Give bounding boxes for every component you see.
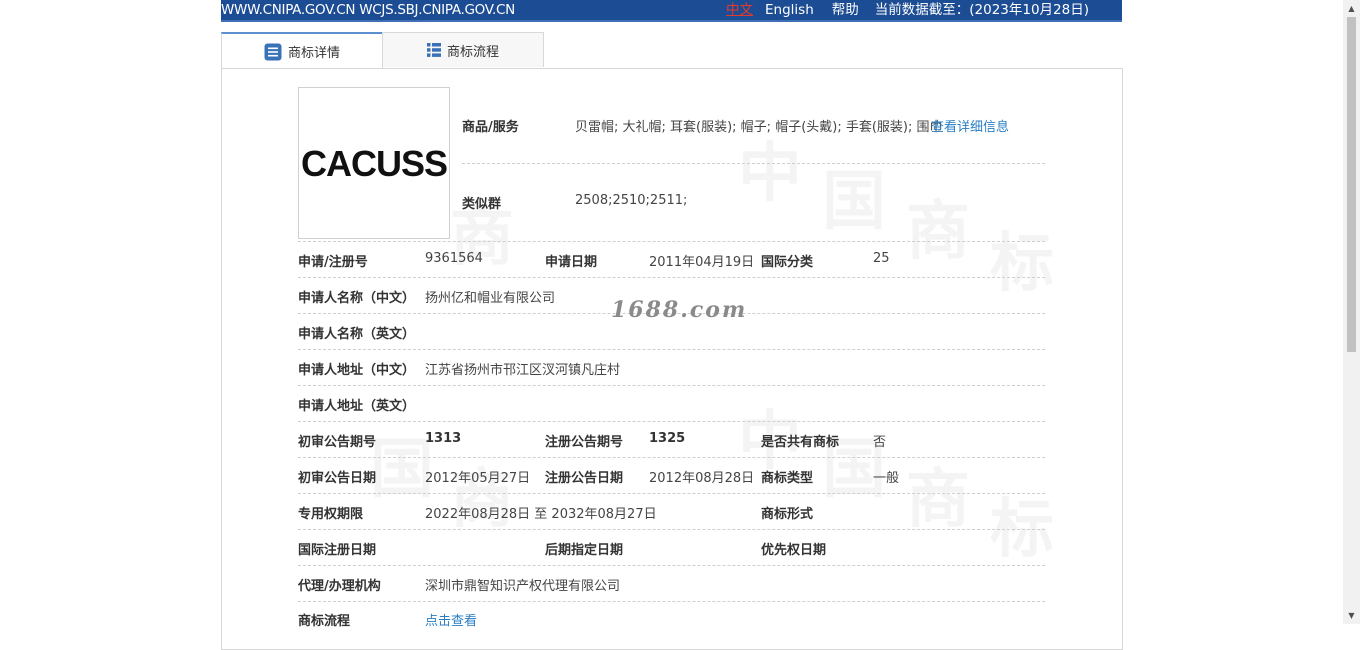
tab-bar: 商标详情 商标流程 bbox=[221, 32, 544, 69]
reg-notice-date-label: 注册公告日期 bbox=[545, 471, 624, 486]
intl-class-value: 25 bbox=[873, 251, 890, 266]
app-date-value: 2011年04月19日 bbox=[649, 255, 755, 270]
divider bbox=[298, 349, 1045, 350]
tab-label: 商标详情 bbox=[287, 46, 340, 61]
flow-label: 商标流程 bbox=[298, 614, 351, 629]
lang-en-link[interactable]: English bbox=[765, 0, 814, 20]
shared-value: 否 bbox=[873, 435, 887, 450]
trademark-image[interactable]: CACUSS bbox=[298, 87, 450, 239]
prelim-date-label: 初审公告日期 bbox=[298, 471, 377, 486]
divider bbox=[298, 385, 1045, 386]
trademark-logo: CACUSS bbox=[301, 144, 448, 184]
site-domains: WWW.CNIPA.GOV.CN WCJS.SBJ.CNIPA.GOV.CN bbox=[221, 2, 515, 18]
shared-label: 是否共有商标 bbox=[761, 435, 840, 450]
priority-date-label: 优先权日期 bbox=[761, 543, 827, 558]
vertical-scrollbar[interactable]: ▲ ▼ bbox=[1343, 0, 1360, 624]
prelim-no-value: 1313 bbox=[425, 431, 462, 446]
exclusive-period-value: 2022年08月28日 至 2032年08月27日 bbox=[425, 507, 657, 522]
scrollbar-thumb[interactable] bbox=[1347, 17, 1356, 352]
divider bbox=[298, 241, 1045, 242]
grid-list-icon bbox=[426, 43, 441, 57]
site-watermark: 1688.com bbox=[611, 297, 748, 323]
mark-form-label: 商标形式 bbox=[761, 507, 814, 522]
exclusive-period-label: 专用权期限 bbox=[298, 507, 364, 522]
reg-notice-no-label: 注册公告期号 bbox=[545, 435, 624, 450]
intl-class-label: 国际分类 bbox=[761, 255, 814, 270]
divider bbox=[298, 421, 1045, 422]
goods-label: 商品/服务 bbox=[462, 120, 519, 135]
mark-type-label: 商标类型 bbox=[761, 471, 814, 486]
reg-notice-no-value: 1325 bbox=[649, 431, 686, 446]
later-desig-date-label: 后期指定日期 bbox=[545, 543, 624, 558]
applicant-cn-value: 扬州亿和帽业有限公司 bbox=[425, 291, 556, 306]
address-cn-value: 江苏省扬州市邗江区汊河镇凡庄村 bbox=[425, 363, 621, 378]
prelim-no-label: 初审公告期号 bbox=[298, 435, 377, 450]
reg-no-label: 申请/注册号 bbox=[298, 255, 368, 270]
reg-notice-date-value: 2012年08月28日 bbox=[649, 471, 755, 486]
reg-no-value: 9361564 bbox=[425, 251, 483, 266]
agent-label: 代理/办理机构 bbox=[298, 579, 381, 594]
address-en-label: 申请人地址（英文） bbox=[298, 399, 416, 414]
prelim-date-value: 2012年05月27日 bbox=[425, 471, 531, 486]
scroll-up-arrow-icon[interactable]: ▲ bbox=[1343, 0, 1360, 17]
similar-group-value: 2508;2510;2511; bbox=[575, 193, 688, 208]
document-list-icon bbox=[264, 43, 282, 61]
mark-type-value: 一般 bbox=[873, 471, 900, 486]
divider bbox=[298, 493, 1045, 494]
divider bbox=[298, 529, 1045, 530]
similar-group-label: 类似群 bbox=[462, 197, 502, 212]
divider bbox=[298, 601, 1045, 602]
divider bbox=[298, 457, 1045, 458]
agent-value: 深圳市鼎智知识产权代理有限公司 bbox=[425, 579, 621, 594]
lang-zh-link[interactable]: 中文 bbox=[726, 0, 753, 20]
applicant-en-label: 申请人名称（英文） bbox=[298, 327, 416, 342]
view-details-link[interactable]: 查看详细信息 bbox=[931, 116, 1009, 135]
help-link[interactable]: 帮助 bbox=[832, 0, 859, 20]
scroll-down-arrow-icon[interactable]: ▼ bbox=[1343, 607, 1360, 624]
trademark-logo-text: CACUSS bbox=[301, 144, 447, 184]
flow-view-link[interactable]: 点击查看 bbox=[425, 610, 477, 629]
divider bbox=[462, 163, 1045, 164]
goods-value: 贝雷帽; 大礼帽; 耳套(服装); 帽子; 帽子(头戴); 手套(服装); 围巾 bbox=[575, 120, 943, 135]
tab-label: 商标流程 bbox=[446, 44, 499, 60]
intl-reg-date-label: 国际注册日期 bbox=[298, 543, 377, 558]
top-banner: WWW.CNIPA.GOV.CN WCJS.SBJ.CNIPA.GOV.CN 中… bbox=[221, 0, 1122, 22]
divider bbox=[298, 565, 1045, 566]
tab-trademark-flow[interactable]: 商标流程 bbox=[382, 32, 544, 67]
data-date-label: 当前数据截至：(2023年10月28日) bbox=[874, 2, 1089, 18]
divider bbox=[298, 277, 1045, 278]
header-links: 中文 English 帮助 当前数据截至：(2023年10月28日) bbox=[726, 0, 1089, 20]
app-date-label: 申请日期 bbox=[545, 255, 598, 270]
address-cn-label: 申请人地址（中文） bbox=[298, 363, 416, 378]
tab-trademark-detail[interactable]: 商标详情 bbox=[221, 32, 383, 69]
applicant-cn-label: 申请人名称（中文） bbox=[298, 291, 416, 306]
